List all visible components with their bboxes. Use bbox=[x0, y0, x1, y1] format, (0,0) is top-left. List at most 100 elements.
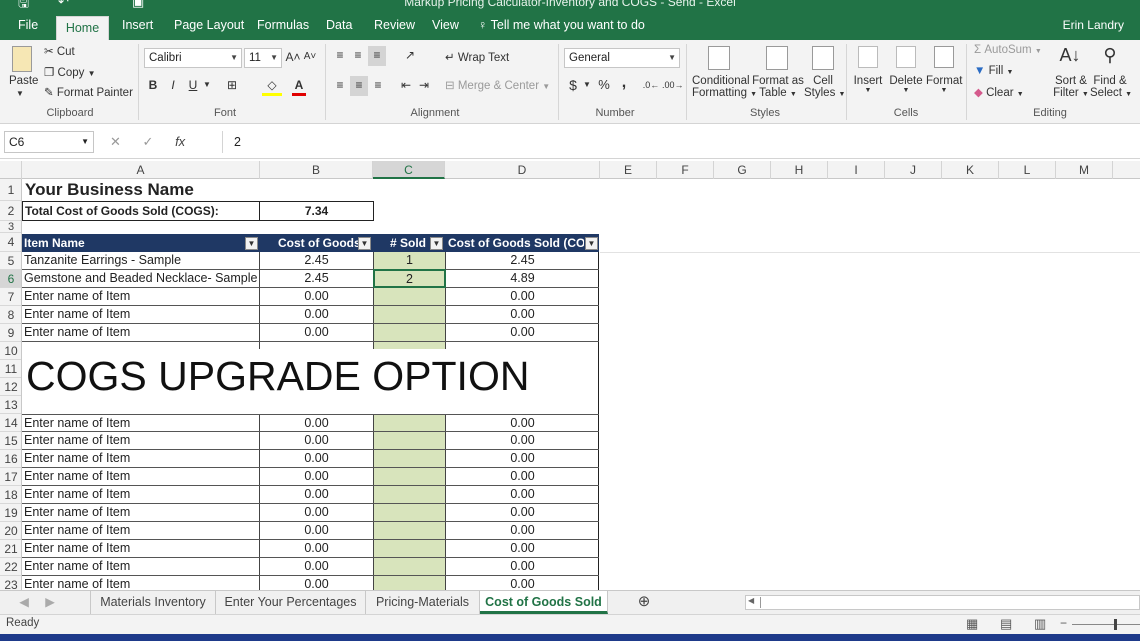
tab-view[interactable]: View bbox=[424, 10, 467, 40]
row-header[interactable]: 16 bbox=[0, 450, 21, 468]
copy-button[interactable]: ❐ Copy ▼ bbox=[44, 65, 96, 79]
select-all-corner[interactable] bbox=[0, 161, 22, 179]
header-cogs[interactable]: Cost of Goods Sold (COG bbox=[448, 234, 584, 252]
user-name[interactable]: Erin Landry bbox=[1063, 10, 1124, 40]
column-header-d[interactable]: D bbox=[445, 161, 600, 179]
grow-font-icon[interactable]: A˄ bbox=[285, 48, 301, 68]
table-row[interactable]: Enter name of Item 0.00 0.00 bbox=[22, 324, 599, 342]
insert-cells-button[interactable]: Insert ▼ bbox=[853, 75, 883, 94]
wrap-text-button[interactable]: ↵ Wrap Text bbox=[445, 50, 509, 64]
chevron-down-icon[interactable]: ▼ bbox=[202, 76, 212, 96]
percent-button[interactable]: % bbox=[596, 76, 612, 96]
item-name-cell[interactable]: Gemstone and Beaded Necklace- Sample bbox=[24, 270, 258, 287]
cogs-cell[interactable]: 0.00 bbox=[446, 306, 599, 323]
cogs-cell[interactable]: 0.00 bbox=[446, 415, 599, 432]
page-break-view-icon[interactable]: ▥ bbox=[1034, 616, 1046, 632]
filter-dropdown-icon[interactable]: ▼ bbox=[585, 237, 598, 250]
item-name-cell[interactable]: Enter name of Item bbox=[24, 450, 258, 467]
cost-cell[interactable]: 2.45 bbox=[260, 270, 373, 287]
increase-decimal-icon[interactable]: .0← bbox=[642, 76, 660, 96]
row-header[interactable]: 3 bbox=[0, 221, 21, 233]
sheet-tab-cost-of-goods-sold[interactable]: Cost of Goods Sold bbox=[480, 591, 608, 614]
item-name-cell[interactable]: Enter name of Item bbox=[24, 504, 258, 521]
delete-cells-button[interactable]: Delete ▼ bbox=[889, 75, 923, 94]
sheet-tab-pricing-materials[interactable]: Pricing-Materials bbox=[366, 591, 480, 614]
middle-align-icon[interactable]: ≡ bbox=[350, 46, 366, 66]
cost-cell[interactable]: 0.00 bbox=[260, 486, 373, 503]
business-name-cell[interactable]: Your Business Name bbox=[25, 180, 194, 200]
conditional-formatting-icon[interactable] bbox=[708, 46, 730, 70]
column-header-c[interactable]: C bbox=[373, 161, 445, 179]
cost-cell[interactable]: 0.00 bbox=[260, 415, 373, 432]
column-header-f[interactable]: F bbox=[657, 161, 714, 179]
normal-view-icon[interactable]: ▦ bbox=[966, 616, 978, 632]
table-row[interactable]: Enter name of Item 0.00 0.00 bbox=[22, 432, 599, 450]
cost-cell[interactable]: 2.45 bbox=[260, 252, 373, 269]
column-header-g[interactable]: G bbox=[714, 161, 771, 179]
row-header[interactable]: 2 bbox=[0, 201, 21, 221]
worksheet-grid[interactable]: Your Business Name Total Cost of Goods S… bbox=[22, 179, 1140, 590]
sheet-tab-enter-your-percentages[interactable]: Enter Your Percentages bbox=[216, 591, 366, 614]
align-left-icon[interactable]: ≡ bbox=[332, 76, 348, 96]
header-cost-of-goods[interactable]: Cost of Goods bbox=[278, 234, 358, 252]
column-header-j[interactable]: J bbox=[885, 161, 942, 179]
cogs-cell[interactable]: 0.00 bbox=[446, 468, 599, 485]
item-name-cell[interactable]: Enter name of Item bbox=[24, 288, 258, 305]
table-row[interactable]: Enter name of Item 0.00 0.00 bbox=[22, 540, 599, 558]
tab-data[interactable]: Data bbox=[318, 10, 360, 40]
borders-icon[interactable]: ⊞ bbox=[222, 76, 242, 96]
insert-cells-icon[interactable] bbox=[858, 46, 878, 68]
row-header[interactable]: 18 bbox=[0, 486, 21, 504]
increase-indent-icon[interactable]: ⇥ bbox=[416, 76, 432, 96]
sold-cell[interactable]: 1 bbox=[374, 252, 445, 269]
decrease-decimal-icon[interactable]: .00→ bbox=[662, 76, 684, 96]
column-header-h[interactable]: H bbox=[771, 161, 828, 179]
cogs-cell[interactable]: 0.00 bbox=[446, 576, 599, 590]
bold-button[interactable]: B bbox=[146, 76, 160, 96]
item-name-cell[interactable]: Tanzanite Earrings - Sample bbox=[24, 252, 258, 269]
decrease-indent-icon[interactable]: ⇤ bbox=[398, 76, 414, 96]
cost-cell[interactable]: 0.00 bbox=[260, 450, 373, 467]
column-header-e[interactable]: E bbox=[600, 161, 657, 179]
table-row[interactable]: Enter name of Item 0.00 0.00 bbox=[22, 504, 599, 522]
prev-sheet-icon[interactable]: ◀ bbox=[14, 591, 34, 614]
align-right-icon[interactable]: ≡ bbox=[370, 76, 386, 96]
tell-me-box[interactable]: ♀︎ Tell me what you want to do bbox=[478, 10, 645, 40]
enter-icon[interactable]: ✓ bbox=[143, 134, 154, 149]
row-header[interactable]: 6 bbox=[0, 270, 21, 288]
fill-color-icon[interactable]: ◇ bbox=[262, 76, 282, 96]
horizontal-scrollbar[interactable]: ◀ bbox=[745, 595, 1140, 610]
italic-button[interactable]: I bbox=[166, 76, 180, 96]
row-header[interactable]: 10 bbox=[0, 342, 21, 360]
tab-file[interactable]: File bbox=[10, 10, 46, 40]
table-row[interactable]: Enter name of Item 0.00 0.00 bbox=[22, 450, 599, 468]
row-header[interactable]: 19 bbox=[0, 504, 21, 522]
cost-cell[interactable]: 0.00 bbox=[260, 288, 373, 305]
column-header-l[interactable]: L bbox=[999, 161, 1056, 179]
cogs-cell[interactable]: 0.00 bbox=[446, 450, 599, 467]
row-header[interactable]: 14 bbox=[0, 414, 21, 432]
item-name-cell[interactable]: Enter name of Item bbox=[24, 415, 258, 432]
header-sold[interactable]: # Sold bbox=[390, 234, 430, 252]
shrink-font-icon[interactable]: A˅ bbox=[302, 48, 318, 68]
item-name-cell[interactable]: Enter name of Item bbox=[24, 558, 258, 575]
fx-icon[interactable]: fx bbox=[175, 134, 185, 149]
cogs-cell[interactable]: 0.00 bbox=[446, 288, 599, 305]
cogs-total-label-cell[interactable]: Total Cost of Goods Sold (COGS): bbox=[22, 201, 260, 221]
cost-cell[interactable]: 0.00 bbox=[260, 468, 373, 485]
font-size-select[interactable]: 11 ▼ bbox=[244, 48, 282, 68]
column-header-b[interactable]: B bbox=[260, 161, 373, 179]
cogs-cell[interactable]: 0.00 bbox=[446, 558, 599, 575]
item-name-cell[interactable]: Enter name of Item bbox=[24, 540, 258, 557]
table-row[interactable]: Enter name of Item 0.00 0.00 bbox=[22, 414, 599, 432]
orientation-icon[interactable]: ↗ bbox=[398, 46, 422, 66]
column-header-k[interactable]: K bbox=[942, 161, 999, 179]
filter-dropdown-icon[interactable]: ▼ bbox=[430, 237, 443, 250]
scroll-thumb[interactable] bbox=[760, 597, 761, 608]
conditional-formatting-button[interactable]: Conditional Formatting ▼ bbox=[692, 75, 757, 99]
row-header[interactable]: 23 bbox=[0, 576, 21, 590]
column-header-m[interactable]: M bbox=[1056, 161, 1113, 179]
row-header[interactable]: 22 bbox=[0, 558, 21, 576]
column-header-i[interactable]: I bbox=[828, 161, 885, 179]
table-row[interactable]: Enter name of Item 0.00 0.00 bbox=[22, 306, 599, 324]
